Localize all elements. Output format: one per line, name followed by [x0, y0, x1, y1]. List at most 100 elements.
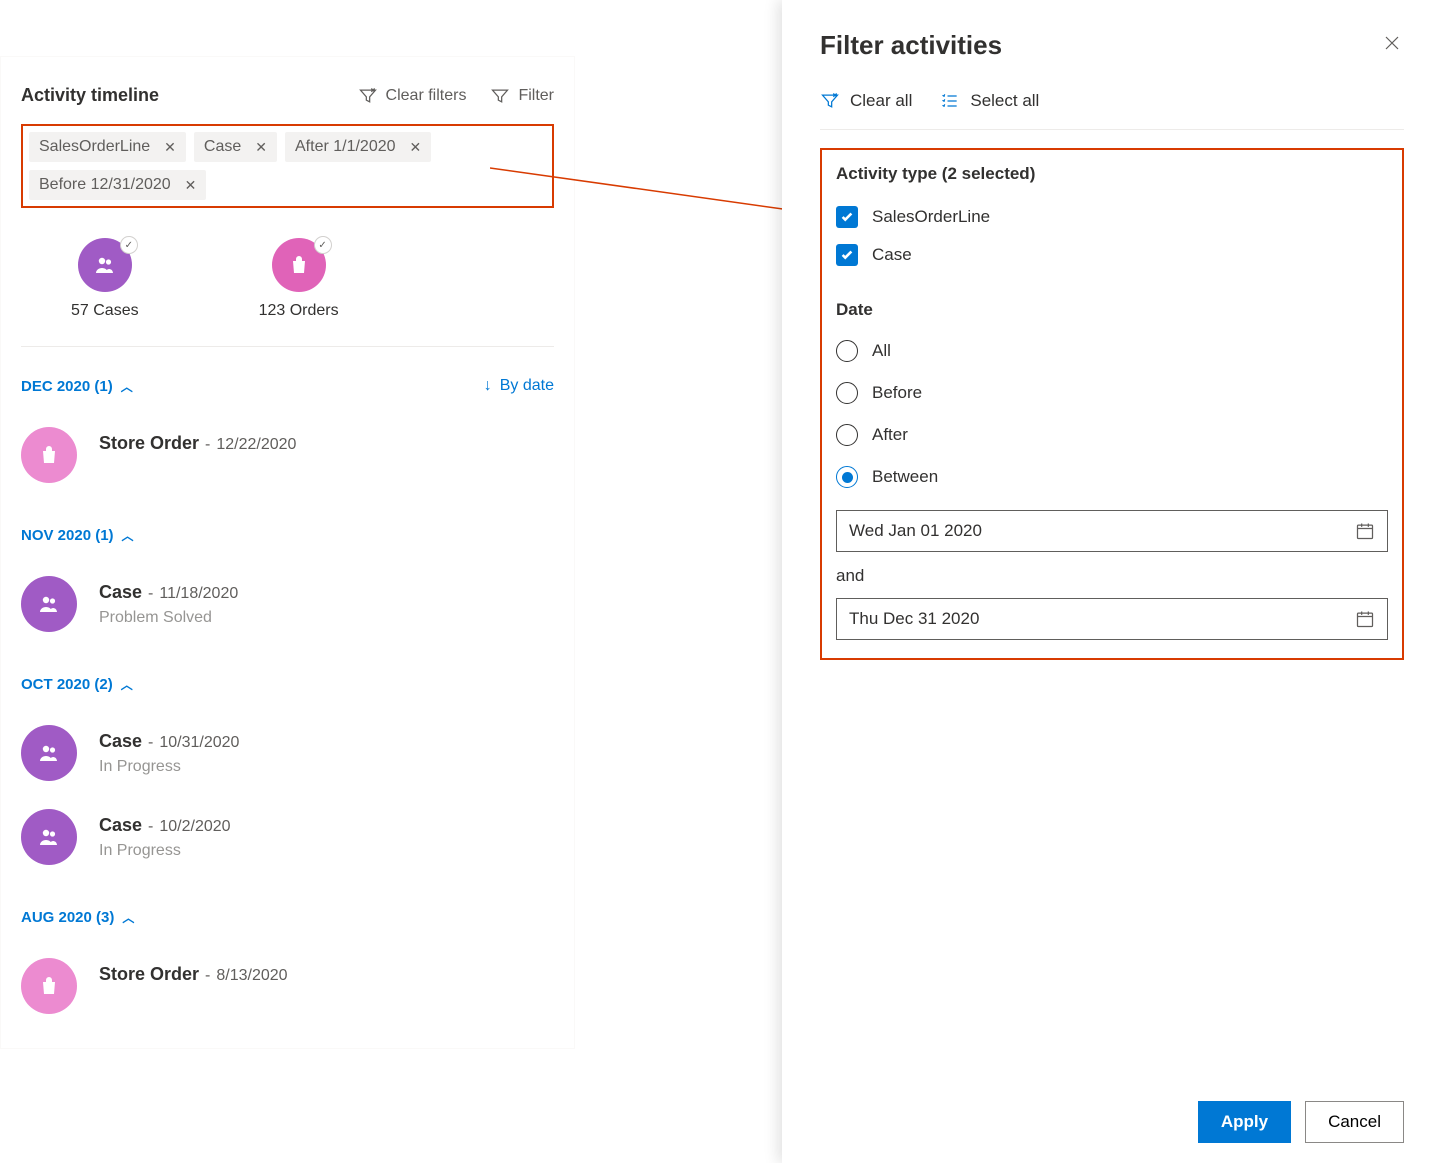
date-radio-option[interactable]: After — [836, 414, 1388, 456]
checkbox-label: Case — [872, 245, 912, 265]
select-all-icon — [940, 91, 960, 111]
item-status: In Progress — [99, 758, 239, 776]
item-title: Case — [99, 731, 142, 752]
item-status: In Progress — [99, 842, 231, 860]
panel-toolbar: Clear all Select all — [820, 91, 1404, 130]
radio-icon — [836, 340, 858, 362]
group-header[interactable]: AUG 2020 (3)︿ — [21, 909, 134, 926]
check-badge: ✓ — [314, 236, 332, 254]
group-header[interactable]: DEC 2020 (1)︿ — [21, 378, 133, 395]
check-badge: ✓ — [120, 236, 138, 254]
person-icon — [37, 592, 61, 616]
activity-timeline-panel: Activity timeline Clear filters Filter S… — [0, 56, 575, 1049]
chip-remove-icon[interactable]: ✕ — [410, 139, 422, 156]
date-radio-option[interactable]: Between — [836, 456, 1388, 498]
radio-label: All — [872, 341, 891, 361]
chip-remove-icon[interactable]: ✕ — [164, 139, 176, 156]
close-icon — [1384, 35, 1400, 51]
date-to-value: Thu Dec 31 2020 — [849, 609, 1355, 629]
group-header[interactable]: OCT 2020 (2)︿ — [21, 676, 133, 693]
summary-cases[interactable]: ✓ 57 Cases — [71, 238, 139, 320]
filter-button[interactable]: Filter — [490, 86, 554, 106]
radio-label: Between — [872, 467, 938, 487]
item-date: 12/22/2020 — [216, 436, 296, 454]
date-from-value: Wed Jan 01 2020 — [849, 521, 1355, 541]
apply-button[interactable]: Apply — [1198, 1101, 1291, 1143]
checkbox-checked-icon — [836, 206, 858, 228]
panel-header: Filter activities — [820, 30, 1404, 91]
activity-type-checkbox[interactable]: SalesOrderLine — [836, 198, 1388, 236]
checkbox-checked-icon — [836, 244, 858, 266]
funnel-clear-icon — [820, 91, 840, 111]
timeline-item[interactable]: Case - 11/18/2020 Problem Solved — [21, 562, 554, 646]
summary-row: ✓ 57 Cases ✓ 123 Orders — [21, 228, 554, 347]
bag-icon — [37, 443, 61, 467]
clear-filters-button[interactable]: Clear filters — [358, 86, 467, 106]
item-date: 10/31/2020 — [159, 734, 239, 752]
item-date: 11/18/2020 — [159, 585, 238, 603]
person-icon — [37, 825, 61, 849]
filter-chip[interactable]: Case ✕ — [194, 132, 277, 162]
activity-type-checkbox[interactable]: Case — [836, 236, 1388, 274]
panel-footer: Apply Cancel — [820, 1081, 1404, 1163]
funnel-icon — [490, 86, 510, 106]
item-title: Case — [99, 815, 142, 836]
person-icon — [93, 253, 117, 277]
timeline-item[interactable]: Case - 10/31/2020 In Progress — [21, 711, 554, 795]
chevron-up-icon: ︿ — [121, 378, 133, 395]
select-all-button[interactable]: Select all — [940, 91, 1039, 111]
item-icon-circle — [21, 809, 77, 865]
clear-all-button[interactable]: Clear all — [820, 91, 912, 111]
timeline-item[interactable]: Store Order - 12/22/2020 — [21, 413, 554, 497]
cancel-button[interactable]: Cancel — [1305, 1101, 1404, 1143]
chip-label: After 1/1/2020 — [295, 138, 396, 156]
sort-by-date[interactable]: ↓By date — [484, 377, 554, 395]
filter-options-highlight: Activity type (2 selected) SalesOrderLin… — [820, 148, 1404, 660]
timeline-title: Activity timeline — [21, 85, 334, 106]
close-button[interactable] — [1380, 31, 1404, 60]
filter-chip[interactable]: SalesOrderLine ✕ — [29, 132, 186, 162]
date-to-input[interactable]: Thu Dec 31 2020 — [836, 598, 1388, 640]
orders-label: 123 Orders — [259, 302, 339, 320]
item-title: Store Order — [99, 433, 199, 454]
item-date: 10/2/2020 — [159, 818, 230, 836]
chip-label: SalesOrderLine — [39, 138, 150, 156]
checkbox-label: SalesOrderLine — [872, 207, 990, 227]
item-title: Case — [99, 582, 142, 603]
filter-activities-panel: Filter activities Clear all Select all A… — [782, 0, 1442, 1163]
timeline-item[interactable]: Case - 10/2/2020 In Progress — [21, 795, 554, 879]
radio-label: Before — [872, 383, 922, 403]
filter-chip[interactable]: After 1/1/2020 ✕ — [285, 132, 431, 162]
person-icon — [37, 741, 61, 765]
date-from-input[interactable]: Wed Jan 01 2020 — [836, 510, 1388, 552]
timeline-item[interactable]: Store Order - 8/13/2020 — [21, 944, 554, 1028]
summary-orders[interactable]: ✓ 123 Orders — [259, 238, 339, 320]
item-status: Problem Solved — [99, 609, 238, 627]
date-radio-option[interactable]: All — [836, 330, 1388, 372]
group-header[interactable]: NOV 2020 (1)︿ — [21, 527, 134, 544]
filter-chip[interactable]: Before 12/31/2020✕ — [29, 170, 206, 200]
item-icon-circle — [21, 576, 77, 632]
chip-remove-icon[interactable]: ✕ — [185, 177, 197, 194]
chevron-up-icon: ︿ — [121, 676, 133, 693]
arrow-down-icon: ↓ — [484, 377, 492, 395]
panel-title: Filter activities — [820, 30, 1380, 61]
date-radio-option[interactable]: Before — [836, 372, 1388, 414]
item-date: 8/13/2020 — [216, 967, 287, 985]
chip-remove-icon[interactable]: ✕ — [255, 139, 267, 156]
cases-circle: ✓ — [78, 238, 132, 292]
calendar-icon — [1355, 521, 1375, 541]
chip-label: Case — [204, 138, 241, 156]
item-icon-circle — [21, 725, 77, 781]
radio-icon — [836, 382, 858, 404]
bag-icon — [287, 253, 311, 277]
applied-filters-highlight: SalesOrderLine✕Case✕After 1/1/2020✕Befor… — [21, 124, 554, 208]
bag-icon — [37, 974, 61, 998]
item-title: Store Order — [99, 964, 199, 985]
activity-type-header: Activity type (2 selected) — [836, 164, 1388, 184]
and-label: and — [836, 566, 1388, 586]
radio-icon — [836, 424, 858, 446]
radio-label: After — [872, 425, 908, 445]
item-icon-circle — [21, 958, 77, 1014]
cases-label: 57 Cases — [71, 302, 139, 320]
